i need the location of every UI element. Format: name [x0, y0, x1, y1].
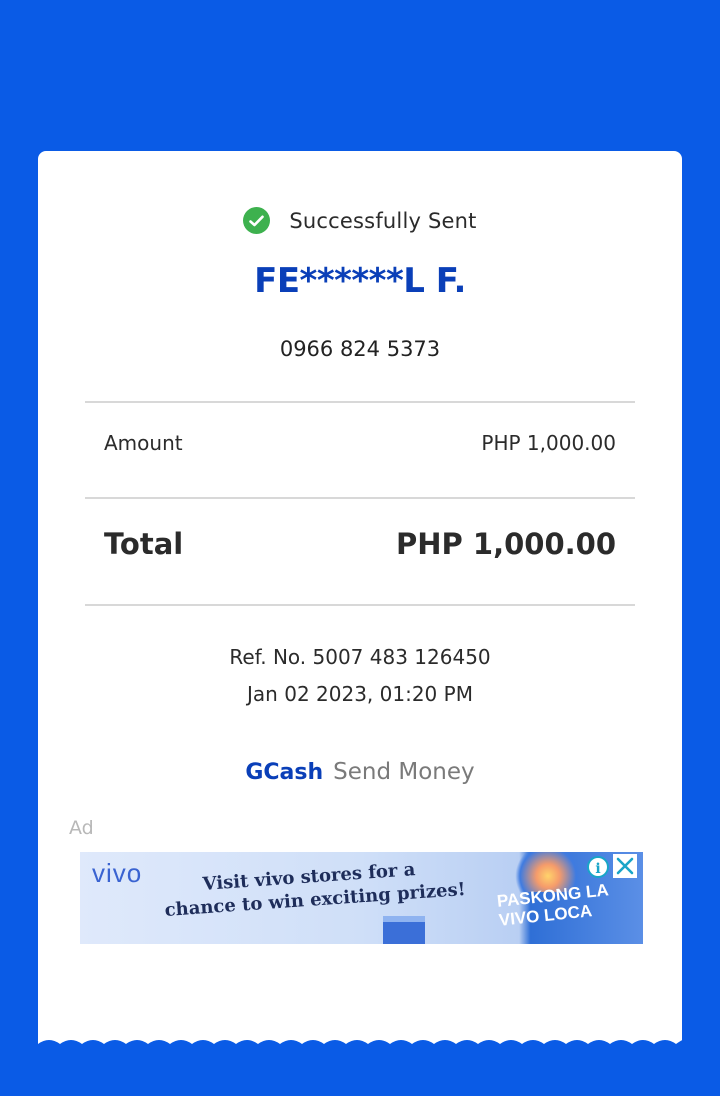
ad-label: Ad — [69, 817, 94, 839]
recipient-number: 0966 824 5373 — [279, 337, 441, 361]
service-name: Send Money — [333, 759, 475, 785]
transaction-datetime: Jan 02 2023, 01:20 PM — [247, 682, 473, 706]
gcash-logo: GCash — [245, 760, 324, 785]
status-text: Successfully Sent — [289, 208, 477, 233]
gift-icon — [383, 916, 425, 944]
recipient-name: FE******L F. — [254, 261, 466, 301]
ad-banner[interactable]: vivo Visit vivo stores for a chance to w… — [80, 852, 643, 944]
total-label: Total — [104, 527, 184, 561]
amount-label: Amount — [104, 431, 183, 455]
receipt-torn-edge — [38, 1040, 682, 1052]
total-value: PHP 1,000.00 — [396, 527, 616, 561]
amount-row: Amount PHP 1,000.00 — [104, 431, 616, 455]
status-row: Successfully Sent — [38, 207, 682, 234]
close-icon[interactable] — [613, 854, 637, 878]
brand-row: GCash Send Money — [38, 759, 682, 785]
check-circle-icon — [243, 207, 271, 234]
divider — [85, 401, 635, 403]
divider — [85, 604, 635, 606]
reference-number: Ref. No. 5007 483 126450 — [229, 645, 491, 669]
receipt-card: Successfully Sent FE******L F. 0966 824 … — [38, 151, 682, 1051]
amount-value: PHP 1,000.00 — [481, 431, 616, 455]
divider — [85, 497, 635, 499]
total-row: Total PHP 1,000.00 — [104, 527, 616, 561]
info-icon[interactable]: i — [587, 856, 609, 878]
ad-brand: vivo — [92, 858, 143, 888]
